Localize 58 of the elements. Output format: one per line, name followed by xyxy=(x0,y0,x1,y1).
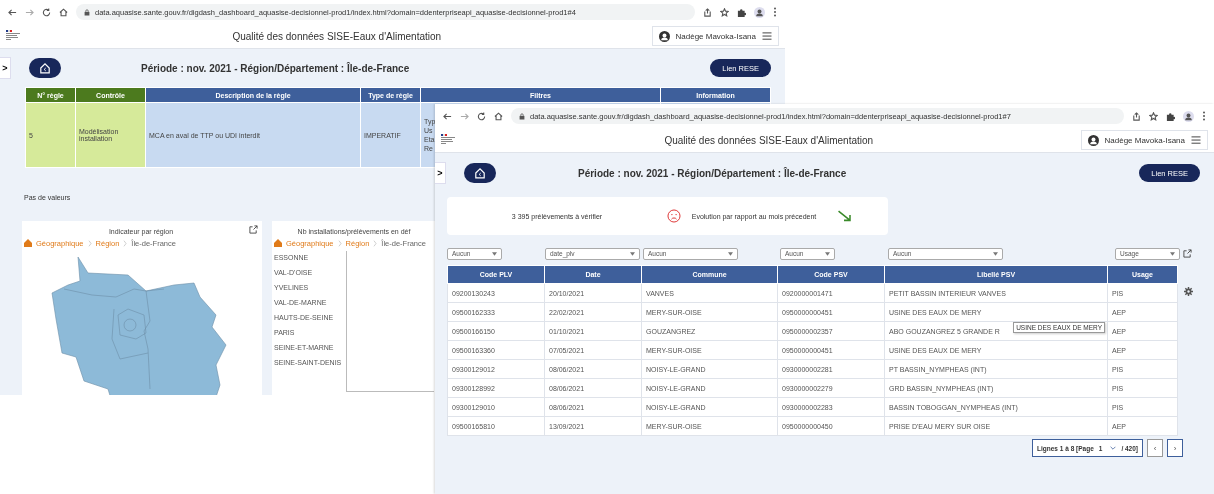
reload-icon[interactable] xyxy=(42,7,51,17)
share-icon[interactable] xyxy=(703,7,712,17)
home-button[interactable] xyxy=(29,58,61,78)
home-button[interactable] xyxy=(464,163,496,183)
profile-icon[interactable] xyxy=(1183,110,1194,122)
sad-face-icon xyxy=(667,209,681,223)
next-page-button[interactable]: › xyxy=(1167,439,1183,457)
chevron-down-icon xyxy=(1110,446,1117,450)
house-icon xyxy=(24,239,32,247)
home-icon[interactable] xyxy=(494,111,503,121)
lock-icon xyxy=(519,112,525,120)
caret-icon xyxy=(492,251,497,256)
previous-page-button[interactable]: ‹ xyxy=(1147,439,1163,457)
user-avatar-icon xyxy=(1087,134,1099,146)
share-icon[interactable] xyxy=(1132,111,1141,121)
user-menu[interactable]: Nadège Mavoka-Isana xyxy=(1080,130,1208,150)
reload-icon[interactable] xyxy=(477,111,486,121)
house-icon xyxy=(474,167,486,179)
menu-icon xyxy=(1191,135,1201,145)
puzzle-piece-icon[interactable] xyxy=(1166,111,1175,121)
expand-icon[interactable] xyxy=(1183,249,1192,258)
caret-icon xyxy=(1170,251,1175,256)
caret-icon xyxy=(630,251,635,256)
house-icon xyxy=(39,62,51,74)
home-icon[interactable] xyxy=(59,7,68,17)
sidebar-toggle[interactable]: > xyxy=(435,162,446,184)
more-icon[interactable] xyxy=(773,7,777,17)
settings-icon[interactable] xyxy=(1184,287,1193,296)
app-title: Qualité des données SISE-Eaux d'Alimentation xyxy=(663,134,875,146)
profile-icon[interactable] xyxy=(754,6,765,18)
period-heading: Période : nov. 2021 - Région/Département : Île-de-France xyxy=(578,167,847,179)
puzzle-piece-icon[interactable] xyxy=(737,7,746,17)
lock-icon xyxy=(84,8,90,16)
emblem-icon xyxy=(6,30,22,42)
expand-icon[interactable] xyxy=(249,225,258,234)
back-arrow-icon[interactable] xyxy=(8,7,17,17)
chevron-icon xyxy=(337,239,342,247)
trend-arrow-icon xyxy=(837,210,851,222)
sidebar-toggle[interactable]: > xyxy=(0,57,11,79)
emblem-icon xyxy=(441,134,457,146)
star-icon[interactable] xyxy=(720,7,729,17)
period-heading: Période : nov. 2021 - Région/Département : Île-de-France xyxy=(141,62,410,74)
user-avatar-icon xyxy=(658,30,670,42)
more-icon[interactable] xyxy=(1202,111,1206,121)
user-name: Nadège Mavoka-Isana xyxy=(675,31,756,41)
back-arrow-icon[interactable] xyxy=(443,111,452,121)
house-icon xyxy=(274,239,282,247)
chevron-icon xyxy=(123,239,128,247)
menu-icon xyxy=(762,31,772,41)
chevron-icon xyxy=(87,239,92,247)
app-title: Qualité des données SISE-Eaux d'Alimentation xyxy=(231,30,443,42)
caret-icon xyxy=(993,251,998,256)
star-icon[interactable] xyxy=(1149,111,1158,121)
user-name: Nadège Mavoka-Isana xyxy=(1104,135,1185,145)
chevron-icon xyxy=(373,239,378,247)
caret-icon xyxy=(728,251,733,256)
user-menu[interactable]: Nadège Mavoka-Isana xyxy=(651,26,779,46)
caret-icon xyxy=(825,251,830,256)
